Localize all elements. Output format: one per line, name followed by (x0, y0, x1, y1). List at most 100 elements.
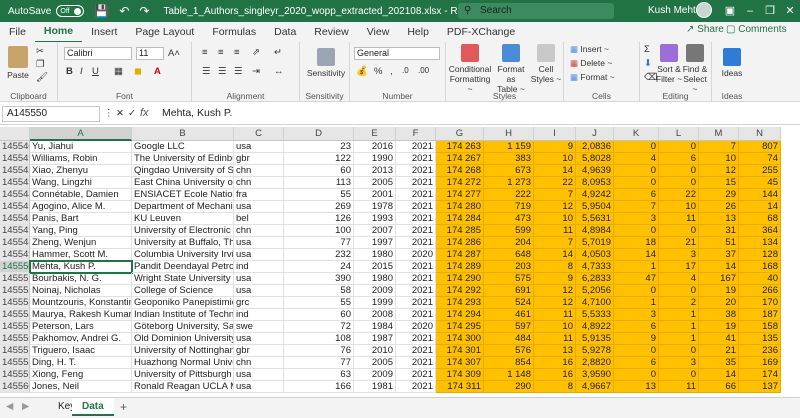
cell-k[interactable]: 1 (614, 261, 659, 273)
row-header[interactable]: 145546 (0, 213, 30, 225)
column-header-g[interactable]: G (436, 127, 484, 141)
cell-d[interactable]: 108 (284, 333, 354, 345)
column-header-a[interactable]: A (30, 127, 132, 141)
cell-a[interactable]: Triguero, Isaac (30, 345, 132, 357)
cell-a[interactable]: Yang, Ping (30, 225, 132, 237)
cell-g[interactable]: 174 287 (436, 249, 484, 261)
undo-icon[interactable]: ↶ (119, 4, 129, 18)
cell-h[interactable]: 854 (484, 357, 534, 369)
row-header[interactable]: 145549 (0, 249, 30, 261)
cell-g[interactable]: 174 284 (436, 213, 484, 225)
cell-m[interactable]: 37 (699, 249, 739, 261)
cell-i[interactable]: 12 (534, 297, 576, 309)
cell-i[interactable]: 16 (534, 369, 576, 381)
cell-j[interactable]: 6,2833 (576, 273, 614, 285)
wrap-text-icon[interactable]: ↵ (274, 47, 282, 58)
cell-j[interactable]: 4,0503 (576, 249, 614, 261)
cell-f[interactable]: 2021 (396, 141, 436, 153)
underline-icon[interactable]: U (92, 66, 99, 77)
close-icon[interactable]: ✕ (780, 3, 800, 19)
cell-g[interactable]: 174 268 (436, 165, 484, 177)
cell-b[interactable]: Google LLC (132, 141, 234, 153)
cell-l[interactable]: 0 (659, 369, 699, 381)
cell-n[interactable]: 158 (739, 321, 781, 333)
tab-home[interactable]: Home (34, 21, 83, 43)
cell-d[interactable]: 269 (284, 201, 354, 213)
cell-f[interactable]: 2021 (396, 357, 436, 369)
cell-j[interactable]: 4,9667 (576, 381, 614, 393)
row-header[interactable]: 145558 (0, 357, 30, 369)
cell-c[interactable]: chn (234, 177, 284, 189)
tab-formulas[interactable]: Formulas (203, 22, 265, 42)
cell-n[interactable]: 135 (739, 333, 781, 345)
cell-f[interactable]: 2021 (396, 273, 436, 285)
cell-k[interactable]: 13 (614, 381, 659, 393)
cell-f[interactable]: 2021 (396, 153, 436, 165)
cell-b[interactable]: Qingdao University of Science (132, 165, 234, 177)
cell-a[interactable]: Mountzouris, Konstantinos (30, 297, 132, 309)
italic-icon[interactable]: I (80, 66, 83, 77)
middle-align-icon[interactable]: ≡ (218, 47, 224, 58)
cell-m[interactable]: 41 (699, 333, 739, 345)
cell-m[interactable]: 7 (699, 141, 739, 153)
column-header-m[interactable]: M (699, 127, 739, 141)
cell-d[interactable]: 72 (284, 321, 354, 333)
cell-b[interactable]: Department of Mechanical (132, 201, 234, 213)
cell-c[interactable]: chn (234, 357, 284, 369)
cell-b[interactable]: College of Science (132, 285, 234, 297)
cell-a[interactable]: Xiao, Zhenyu (30, 165, 132, 177)
cell-c[interactable]: grc (234, 297, 284, 309)
avatar[interactable] (696, 2, 712, 18)
indent-icon[interactable]: ⇥ (252, 66, 260, 77)
cell-h[interactable]: 290 (484, 381, 534, 393)
cell-c[interactable]: usa (234, 285, 284, 297)
cell-n[interactable]: 236 (739, 345, 781, 357)
cell-e[interactable]: 2005 (354, 177, 396, 189)
cell-g[interactable]: 174 289 (436, 261, 484, 273)
cell-e[interactable]: 1978 (354, 201, 396, 213)
row-header[interactable]: 145554 (0, 309, 30, 321)
row-header[interactable]: 145548 (0, 237, 30, 249)
cell-m[interactable]: 19 (699, 321, 739, 333)
cell-e[interactable]: 1984 (354, 321, 396, 333)
align-right-icon[interactable]: ☰ (234, 66, 243, 77)
cell-h[interactable]: 691 (484, 285, 534, 297)
cell-n[interactable]: 68 (739, 213, 781, 225)
cell-j[interactable]: 4,8984 (576, 225, 614, 237)
cell-m[interactable]: 19 (699, 285, 739, 297)
autosave-toggle[interactable]: Off (56, 5, 85, 17)
cell-b[interactable]: Indian Institute of Technology (132, 309, 234, 321)
cell-n[interactable]: 266 (739, 285, 781, 297)
top-align-icon[interactable]: ≡ (202, 47, 208, 58)
cell-e[interactable]: 1980 (354, 249, 396, 261)
borders-icon[interactable]: ▦ (114, 66, 123, 77)
paste-button[interactable]: Paste (4, 46, 32, 80)
cell-j[interactable]: 4,9242 (576, 189, 614, 201)
cell-m[interactable]: 167 (699, 273, 739, 285)
font-name-select[interactable]: Calibri (64, 47, 132, 60)
cell-m[interactable]: 10 (699, 153, 739, 165)
cell-i[interactable]: 9 (534, 273, 576, 285)
cell-f[interactable]: 2021 (396, 381, 436, 393)
row-header[interactable]: 145542 (0, 165, 30, 177)
comments-button[interactable]: ▢ Comments (726, 24, 787, 35)
cell-f[interactable]: 2021 (396, 333, 436, 345)
cell-e[interactable]: 2015 (354, 261, 396, 273)
enter-icon[interactable]: ✓ (128, 108, 136, 119)
cell-l[interactable]: 0 (659, 177, 699, 189)
cell-b[interactable]: Huazhong Normal University (132, 357, 234, 369)
column-header-b[interactable]: B (132, 127, 234, 141)
cell-c[interactable]: usa (234, 369, 284, 381)
cell-a[interactable]: Bourbakis, N. G. (30, 273, 132, 285)
cell-i[interactable]: 9 (534, 141, 576, 153)
row-header[interactable]: 145553 (0, 297, 30, 309)
cell-k[interactable]: 7 (614, 201, 659, 213)
cell-i[interactable]: 16 (534, 357, 576, 369)
cell-l[interactable]: 0 (659, 285, 699, 297)
cell-e[interactable]: 1993 (354, 213, 396, 225)
decrease-decimal-icon[interactable]: .00 (418, 66, 429, 75)
cell-b[interactable]: Pandit Deendayal Petroleum (132, 261, 234, 273)
cell-l[interactable]: 11 (659, 213, 699, 225)
cell-f[interactable]: 2021 (396, 285, 436, 297)
row-header[interactable]: 145559 (0, 369, 30, 381)
